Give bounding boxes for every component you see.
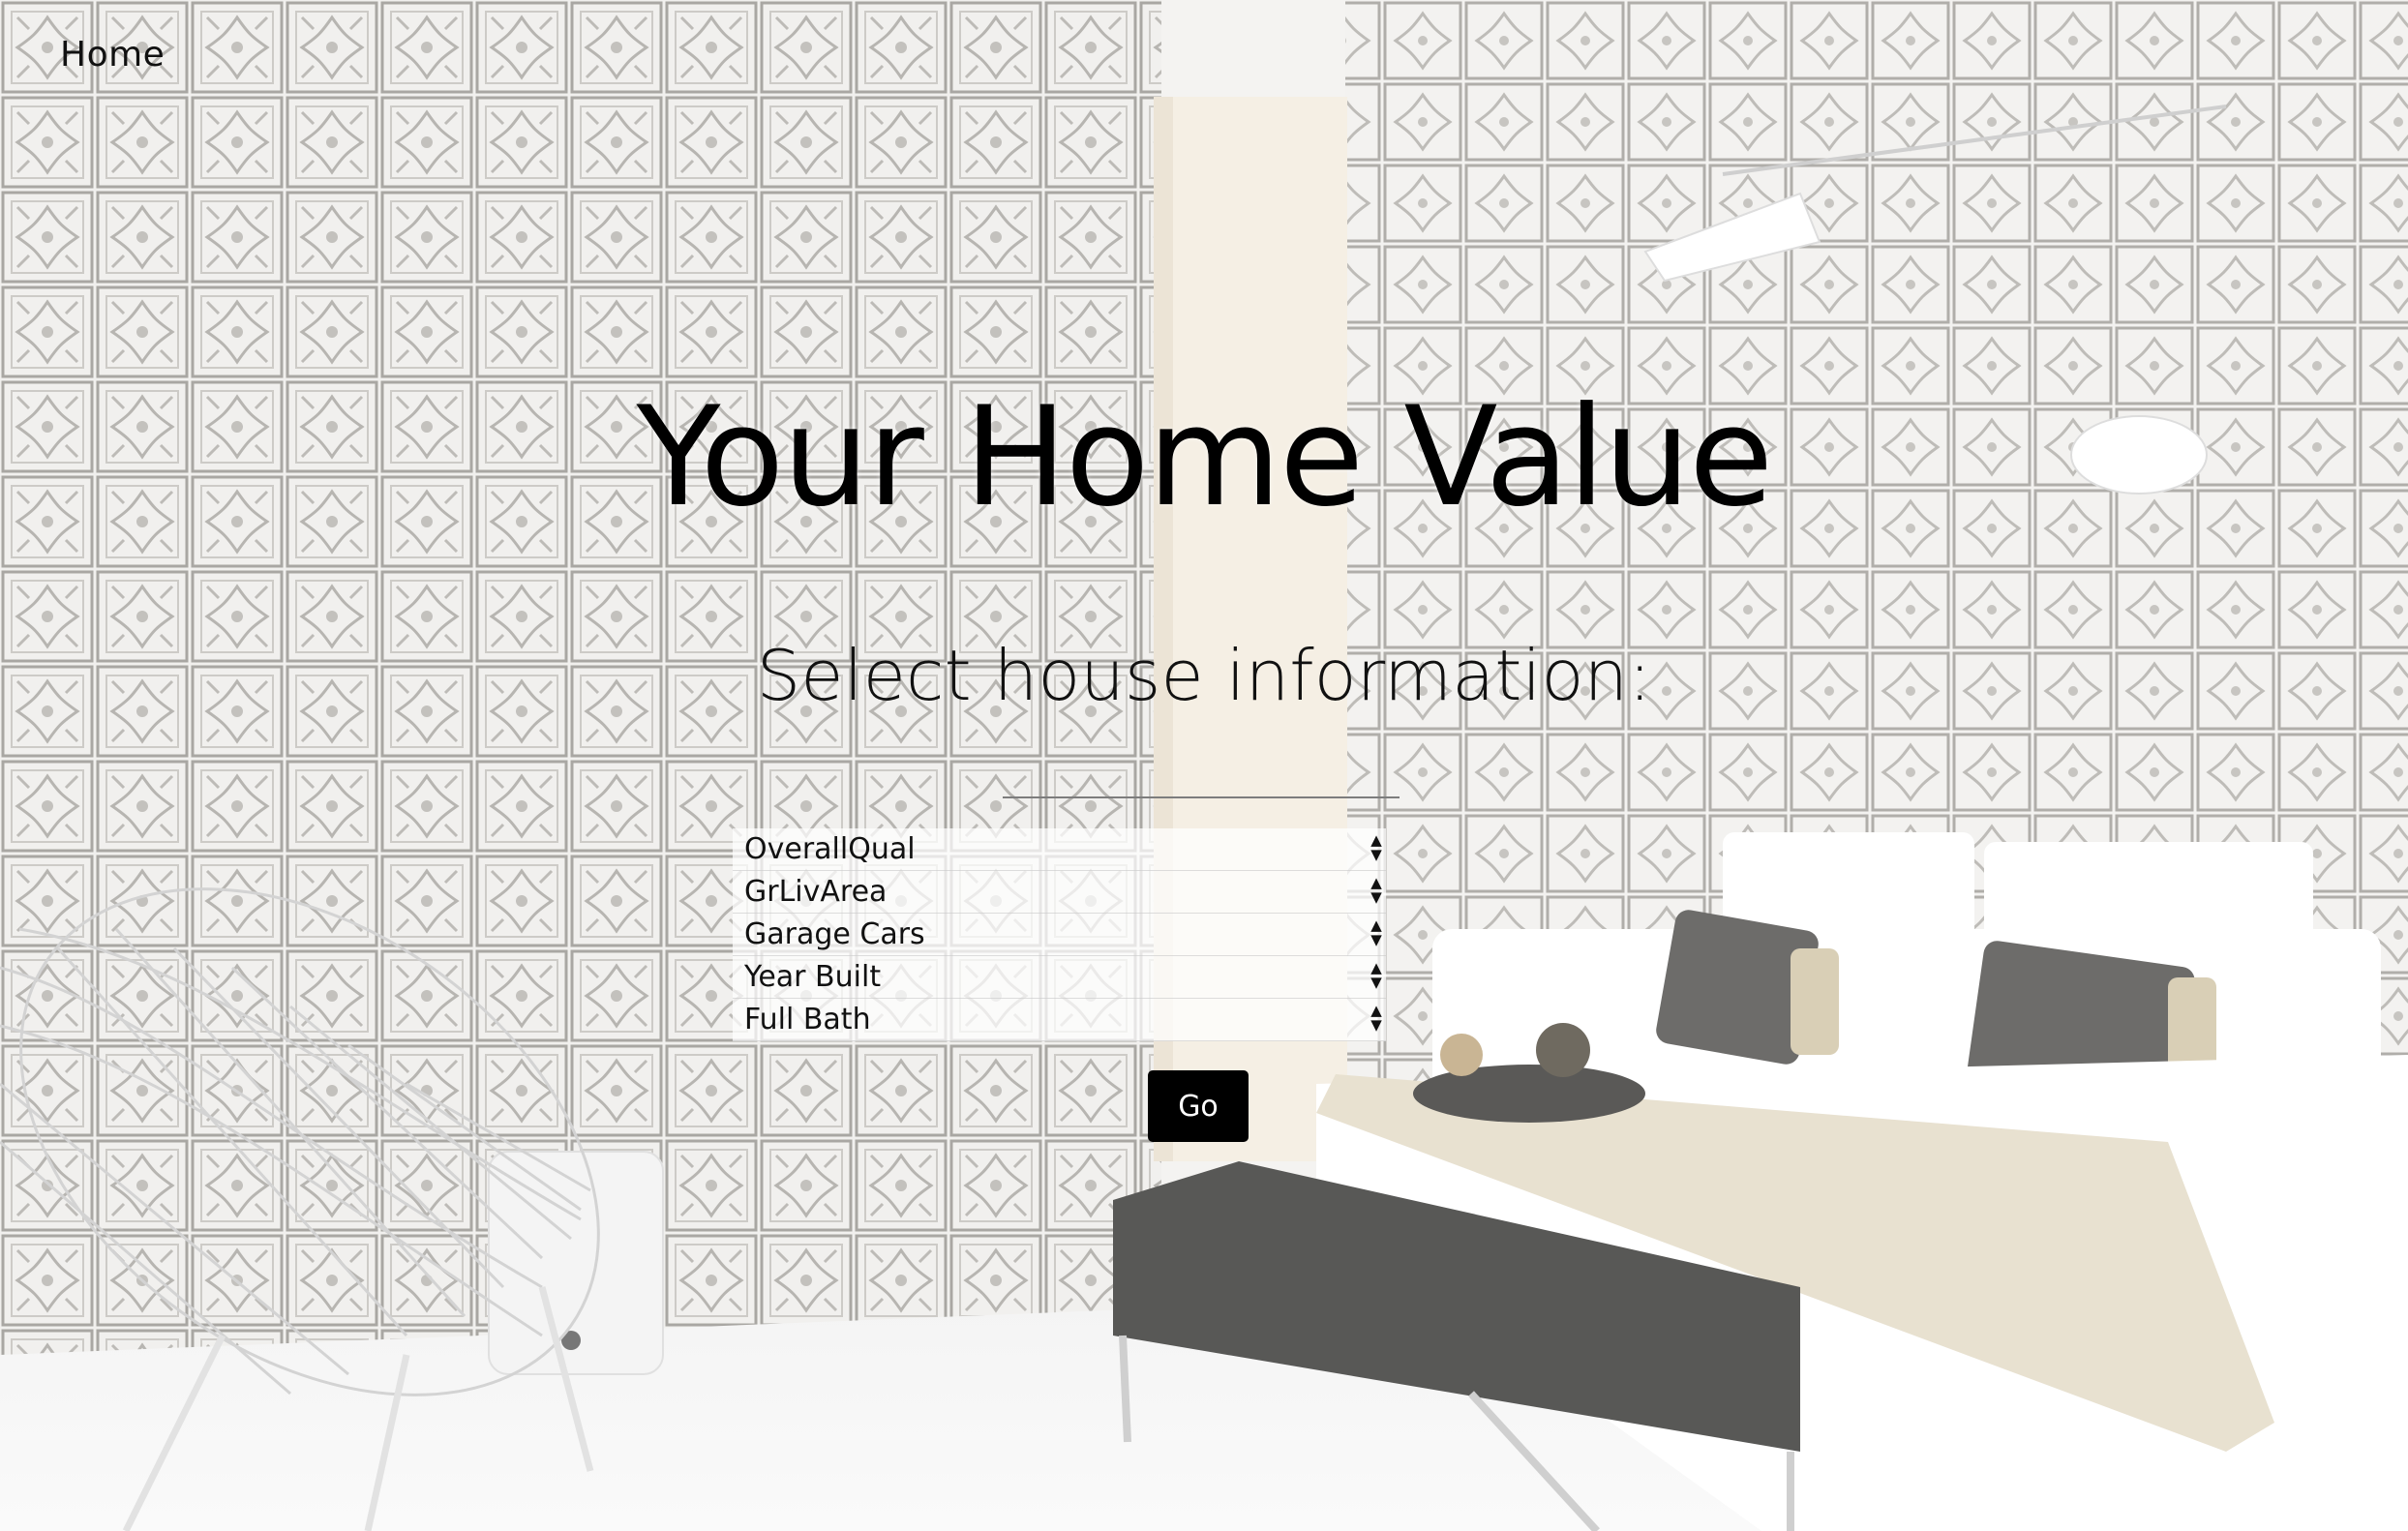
select-label: OverallQual xyxy=(744,832,916,866)
select-overallqual[interactable]: OverallQual ▲ ▼ xyxy=(733,828,1386,871)
go-button[interactable]: Go xyxy=(1148,1070,1249,1142)
background-overlay xyxy=(0,0,2408,1531)
up-down-arrows-icon: ▲ ▼ xyxy=(1370,831,1382,863)
up-down-arrows-icon: ▲ ▼ xyxy=(1370,916,1382,948)
select-label: Year Built xyxy=(744,960,882,994)
page: Home Your Home Value Select house inform… xyxy=(0,0,2408,1531)
up-down-arrows-icon: ▲ ▼ xyxy=(1370,959,1382,991)
select-label: Full Bath xyxy=(744,1003,871,1036)
nav-home-link[interactable]: Home xyxy=(60,35,165,75)
page-title: Your Home Value xyxy=(636,377,1774,537)
divider xyxy=(1003,796,1400,798)
up-down-arrows-icon: ▲ ▼ xyxy=(1370,1002,1382,1034)
select-label: Garage Cars xyxy=(744,917,925,951)
select-year-built[interactable]: Year Built ▲ ▼ xyxy=(733,956,1386,999)
select-label: GrLivArea xyxy=(744,875,888,909)
house-info-form: OverallQual ▲ ▼ GrLivArea ▲ ▼ Garage Cars … xyxy=(733,828,1386,1041)
select-full-bath[interactable]: Full Bath ▲ ▼ xyxy=(733,999,1386,1041)
page-subtitle: Select house information: xyxy=(756,635,1652,716)
select-garage-cars[interactable]: Garage Cars ▲ ▼ xyxy=(733,914,1386,956)
select-grlivarea[interactable]: GrLivArea ▲ ▼ xyxy=(733,871,1386,914)
up-down-arrows-icon: ▲ ▼ xyxy=(1370,874,1382,906)
